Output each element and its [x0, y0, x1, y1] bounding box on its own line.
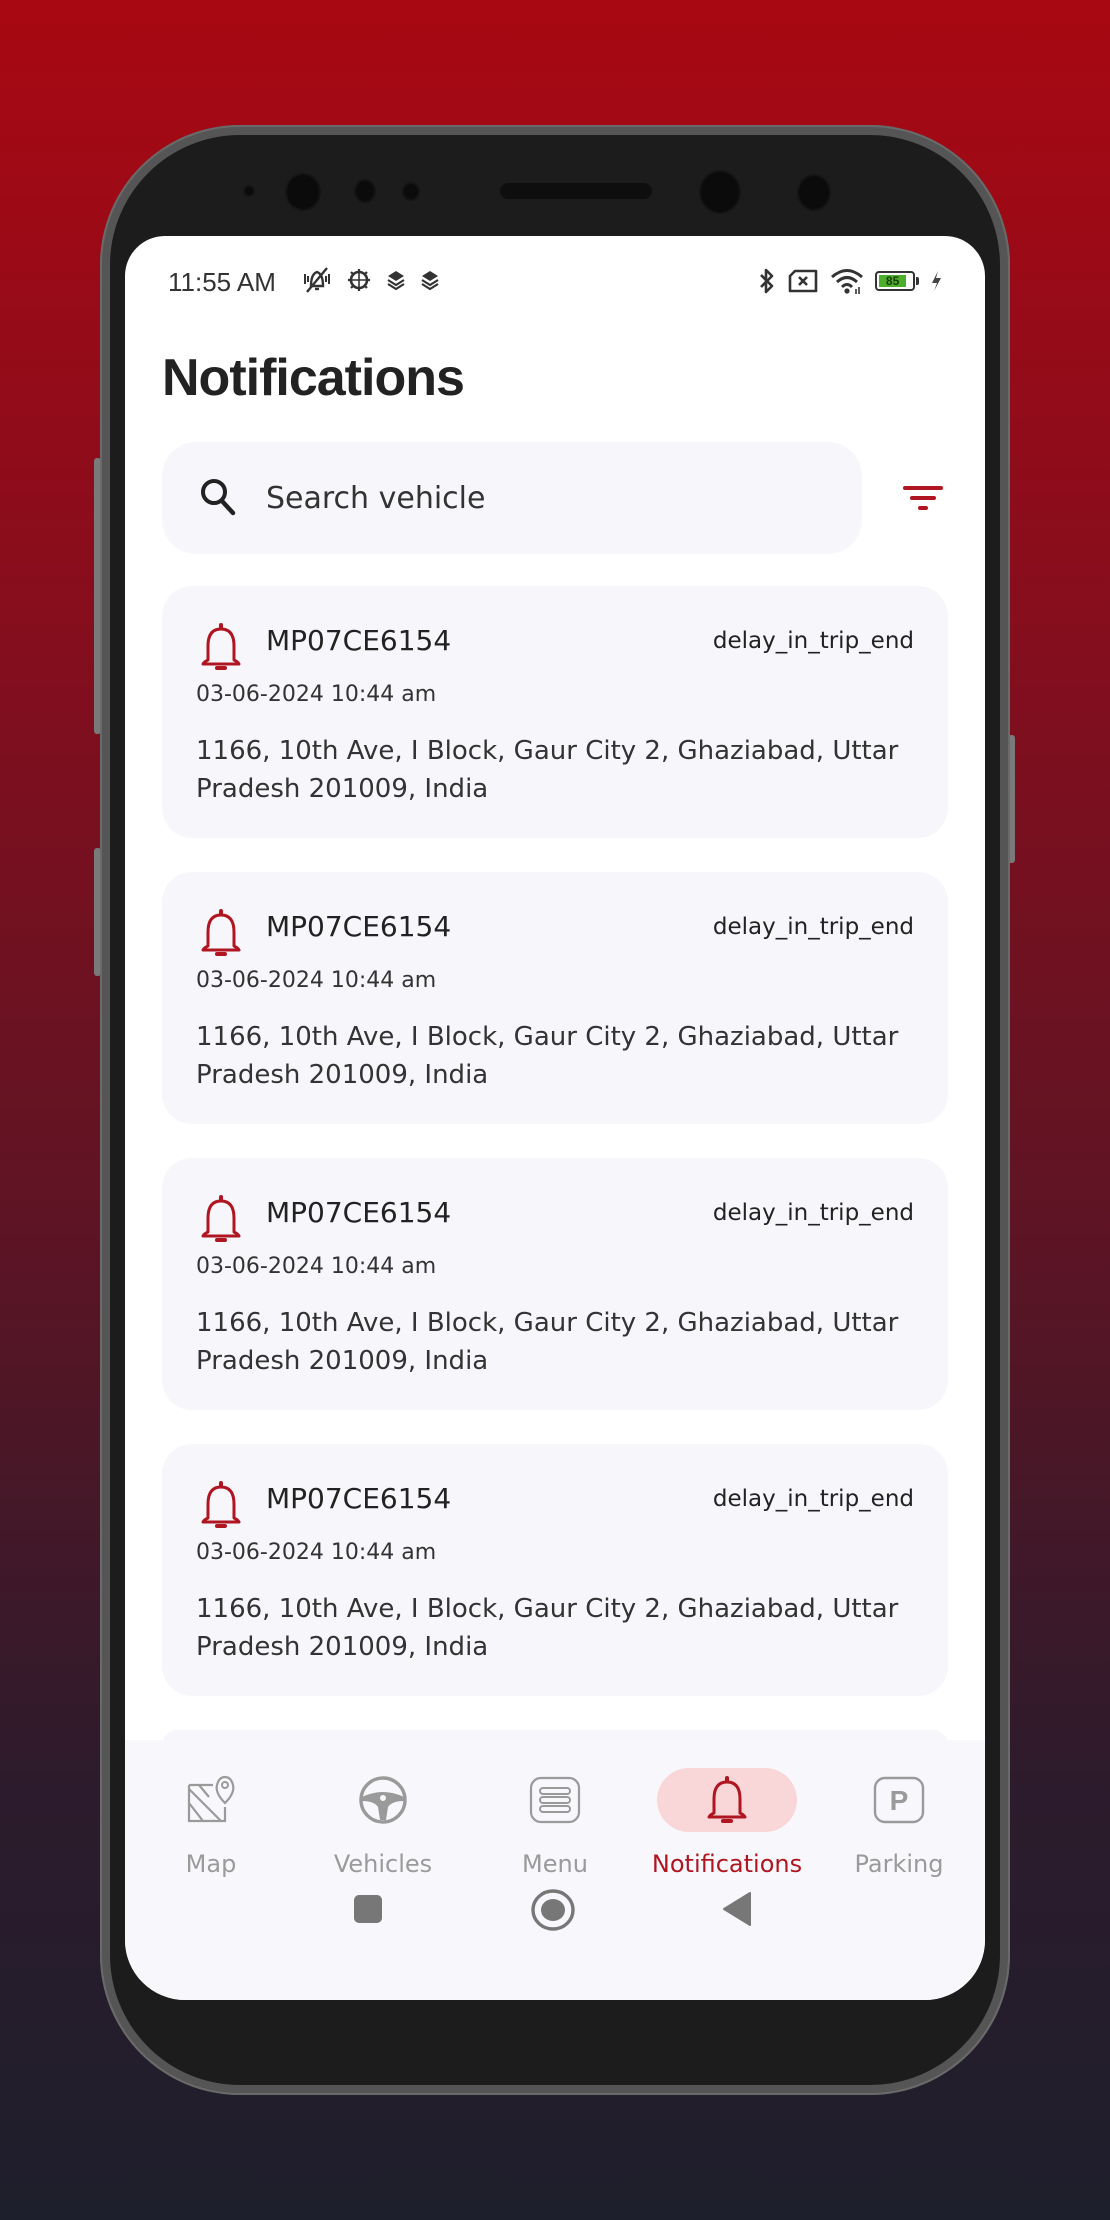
bottom-navigation: Map Vehicles Menu Notifications P Parkin…	[125, 1740, 985, 2000]
notification-address: 1166, 10th Ave, I Block, Gaur City 2, Gh…	[196, 1594, 899, 1662]
nav-item-menu[interactable]: Menu	[469, 1740, 641, 1890]
bluetooth-icon	[760, 268, 774, 294]
bell-icon	[201, 623, 241, 670]
filter-button[interactable]	[895, 474, 951, 524]
status-icons-right: 85	[757, 266, 943, 296]
bell-icon	[201, 1481, 241, 1528]
nav-label: Parking	[854, 1850, 944, 1878]
layers-icon	[387, 271, 405, 291]
menu-icon	[529, 1776, 581, 1824]
nav-item-vehicles[interactable]: Vehicles	[297, 1740, 469, 1890]
layers-icon	[421, 271, 439, 291]
notification-type: delay_in_trip_end	[712, 914, 914, 940]
nav-item-map[interactable]: Map	[125, 1740, 297, 1890]
notification-address: 1166, 10th Ave, I Block, Gaur City 2, Gh…	[196, 736, 899, 804]
notification-datetime: 03-06-2024 10:44 am	[196, 1540, 437, 1565]
status-icons-left	[301, 266, 441, 294]
svg-text:P: P	[890, 1785, 909, 1816]
nav-label: Map	[185, 1850, 237, 1878]
parking-icon: P	[873, 1776, 925, 1824]
sim-x-icon	[788, 269, 818, 293]
app-screen: 11:55 AM 85 Notifications Search vehicle…	[125, 236, 985, 2000]
nav-item-notifications[interactable]: Notifications	[641, 1740, 813, 1890]
steering-wheel-icon	[359, 1776, 407, 1824]
bell-icon	[201, 909, 241, 956]
nav-label: Notifications	[651, 1850, 803, 1878]
status-time: 11:55 AM	[168, 267, 276, 297]
vehicle-number: MP07CE6154	[266, 1196, 452, 1229]
wifi-icon	[831, 269, 863, 294]
back-button[interactable]	[720, 1890, 756, 1928]
front-camera-secondary	[701, 172, 739, 212]
home-button[interactable]	[530, 1888, 576, 1932]
notification-card[interactable]: MP07CE6154 delay_in_trip_end 03-06-2024 …	[162, 1444, 948, 1696]
search-input[interactable]	[264, 472, 828, 524]
notification-datetime: 03-06-2024 10:44 am	[196, 968, 437, 993]
notification-type: delay_in_trip_end	[712, 1486, 914, 1512]
sensor-dot	[245, 187, 253, 195]
nav-item-parking[interactable]: P Parking	[813, 1740, 985, 1890]
vehicle-number: MP07CE6154	[266, 1482, 452, 1515]
filter-icon	[903, 486, 943, 510]
recents-button[interactable]	[351, 1892, 385, 1926]
notification-card[interactable]: MP07CE6154 delay_in_trip_end 03-06-2024 …	[162, 1158, 948, 1410]
android-debug-icon	[348, 269, 370, 291]
charging-bolt-icon	[932, 271, 941, 291]
notification-address: 1166, 10th Ave, I Block, Gaur City 2, Gh…	[196, 1308, 899, 1376]
notification-address: 1166, 10th Ave, I Block, Gaur City 2, Gh…	[196, 1022, 899, 1090]
notification-type: delay_in_trip_end	[712, 1200, 914, 1226]
notification-card[interactable]: MP07CE6154 delay_in_trip_end 03-06-2024 …	[162, 872, 948, 1124]
nav-label: Menu	[522, 1850, 588, 1878]
vehicle-number: MP07CE6154	[266, 624, 452, 657]
search-icon	[201, 479, 236, 516]
search-bar[interactable]	[162, 442, 862, 554]
bell-icon	[201, 1195, 241, 1242]
front-camera	[287, 175, 319, 209]
status-bar: 11:55 AM 85	[125, 236, 985, 316]
battery-indicator: 85	[875, 271, 919, 291]
notification-datetime: 03-06-2024 10:44 am	[196, 1254, 437, 1279]
notification-type: delay_in_trip_end	[712, 628, 914, 654]
battery-level: 85	[879, 275, 907, 288]
system-navigation-bar	[125, 1884, 985, 1944]
map-icon	[187, 1775, 235, 1823]
vibrate-off-icon	[304, 267, 330, 293]
page-title: Notifications	[162, 349, 465, 407]
notification-datetime: 03-06-2024 10:44 am	[196, 682, 437, 707]
sensor-dot	[799, 176, 829, 209]
bell-icon	[707, 1776, 747, 1823]
notification-card[interactable]: MP07CE6154 delay_in_trip_end 03-06-2024 …	[162, 586, 948, 838]
sensor-dot	[356, 181, 374, 201]
nav-label: Vehicles	[333, 1850, 433, 1878]
notification-list[interactable]: MP07CE6154 delay_in_trip_end 03-06-2024 …	[162, 586, 948, 1760]
vehicle-number: MP07CE6154	[266, 910, 452, 943]
sensor-dot	[404, 184, 418, 199]
earpiece-speaker	[500, 183, 652, 199]
